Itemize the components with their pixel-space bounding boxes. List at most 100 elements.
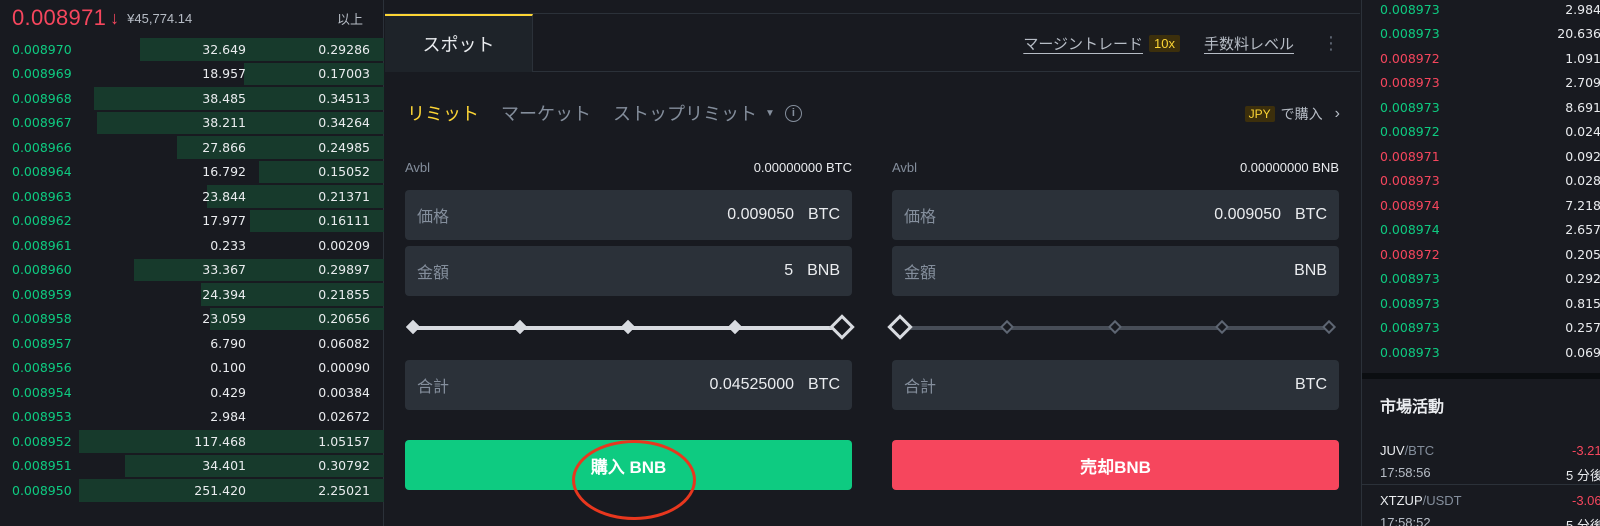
down-arrow-icon: ↓	[110, 7, 120, 28]
order-book-row[interactable]: 0.008969 18.957 0.17003	[0, 62, 384, 87]
buy-percent-slider[interactable]	[405, 302, 855, 352]
order-book-row[interactable]: 0.008961 0.233 0.00209	[0, 233, 384, 258]
order-total: 0.17003	[318, 66, 370, 82]
total-value[interactable]: 0.04525000	[709, 376, 794, 394]
trade-price: 0.008973	[1380, 1, 1440, 17]
order-amount: 34.401	[202, 458, 246, 474]
sell-form: Avbl 0.00000000 BNB 価格 0.009050 BTC 金額 B…	[887, 150, 1339, 490]
info-icon[interactable]: i	[784, 104, 802, 122]
order-book-row[interactable]: 0.008960 33.367 0.29897	[0, 258, 384, 283]
trade-price: 0.008973	[1380, 344, 1440, 360]
buy-price-field[interactable]: 価格 0.009050 BTC	[405, 190, 852, 240]
trade-amount: 0.815	[1565, 295, 1600, 311]
order-amount: 23.844	[202, 188, 246, 204]
order-book-row[interactable]: 0.008966 27.866 0.24985	[0, 135, 384, 160]
price-unit: BTC	[808, 206, 840, 223]
order-type-limit[interactable]: リミット	[407, 100, 479, 126]
market-activity-item[interactable]: JUV/BTC 17:58:56 -3.21 5 分後	[1362, 435, 1600, 485]
order-total: 0.29897	[318, 262, 370, 278]
order-book-row[interactable]: 0.008957 6.790 0.06082	[0, 331, 384, 356]
order-price: 0.008951	[12, 458, 72, 474]
order-book-row[interactable]: 0.008964 16.792 0.15052	[0, 160, 384, 185]
order-amount: 33.367	[202, 262, 246, 278]
amount-value[interactable]: 5	[784, 262, 793, 280]
slider-step-50[interactable]	[620, 319, 635, 335]
order-book-row[interactable]: 0.008953 2.984 0.02672	[0, 405, 384, 430]
order-amount: 18.957	[202, 66, 246, 82]
amount-unit: BNB	[1294, 262, 1327, 279]
more-options-icon[interactable]: ⋮	[1322, 33, 1340, 54]
slider-step-25[interactable]	[1000, 319, 1015, 335]
order-book-row[interactable]: 0.008967 38.211 0.34264	[0, 111, 384, 136]
order-type-market[interactable]: マーケット	[501, 100, 591, 126]
buy-amount-field[interactable]: 金額 5 BNB	[405, 246, 852, 296]
order-amount: 251.420	[194, 482, 246, 498]
order-book-row[interactable]: 0.008962 17.977 0.16111	[0, 209, 384, 234]
trade-row: 0.008973 20.636	[1362, 22, 1600, 47]
price-value[interactable]: 0.009050	[1214, 206, 1281, 224]
slider-step-75[interactable]	[727, 319, 742, 335]
trade-price: 0.008973	[1380, 99, 1440, 115]
tab-spot[interactable]: スポット	[385, 14, 533, 72]
order-type-stop-limit[interactable]: ストップリミット	[613, 100, 757, 126]
slider-thumb[interactable]	[887, 314, 913, 340]
trade-row: 0.008974 2.657	[1362, 218, 1600, 243]
sell-button[interactable]: 売却BNB	[892, 440, 1339, 490]
order-book-row[interactable]: 0.008970 32.649 0.29286	[0, 37, 384, 62]
order-book-header: 0.008971 ↓ ¥45,774.14 以上	[0, 0, 383, 36]
order-book-row[interactable]: 0.008951 34.401 0.30792	[0, 454, 384, 479]
chevron-right-icon: ›	[1334, 105, 1340, 122]
order-total: 0.20656	[318, 311, 370, 327]
slider-step-0[interactable]	[405, 319, 421, 335]
total-unit: BTC	[1295, 376, 1327, 393]
market-activity-item[interactable]: XTZUP/USDT 17:58:52 -3.06 5 分後	[1362, 485, 1600, 526]
order-book-row[interactable]: 0.008954 0.429 0.00384	[0, 380, 384, 405]
trade-amount: 0.069	[1565, 344, 1600, 360]
fee-level-link[interactable]: 手数料レベル	[1204, 33, 1294, 54]
sell-percent-slider[interactable]	[887, 302, 1339, 352]
sell-amount-field[interactable]: 金額 BNB	[892, 246, 1339, 296]
slider-step-50[interactable]	[1107, 319, 1122, 335]
slider-step-25[interactable]	[513, 319, 528, 335]
order-book-row[interactable]: 0.008968 38.485 0.34513	[0, 86, 384, 111]
activity-change: -3.06	[1572, 493, 1600, 508]
total-label: 合計	[417, 379, 450, 396]
buy-available: Avbl 0.00000000 BTC	[405, 150, 852, 184]
buy-with-jpy-link[interactable]: JPY で購入 ›	[1244, 104, 1340, 124]
trade-row: 0.008971 0.092	[1362, 144, 1600, 169]
more-link[interactable]: 以上	[337, 9, 363, 28]
last-price: 0.008971	[12, 5, 107, 30]
slider-step-75[interactable]	[1214, 319, 1229, 335]
price-value[interactable]: 0.009050	[727, 206, 794, 224]
order-book-row[interactable]: 0.008956 0.100 0.00090	[0, 356, 384, 381]
trade-amount: 0.292	[1565, 271, 1600, 287]
price-label: 価格	[417, 209, 450, 226]
caret-down-icon[interactable]: ▼	[765, 108, 775, 119]
order-total: 0.02672	[318, 409, 370, 425]
sell-total-field[interactable]: 合計 BTC	[892, 360, 1339, 410]
trade-amount: 7.218	[1565, 197, 1600, 213]
order-amount: 2.984	[210, 409, 246, 425]
order-price: 0.008958	[12, 311, 72, 327]
buy-total-field[interactable]: 合計 0.04525000 BTC	[405, 360, 852, 410]
order-book-row[interactable]: 0.008950 251.420 2.25021	[0, 478, 384, 503]
order-price: 0.008956	[12, 360, 72, 376]
order-price: 0.008957	[12, 335, 72, 351]
slider-step-100[interactable]	[1321, 319, 1337, 335]
trade-price: 0.008973	[1380, 75, 1440, 91]
margin-trade-link[interactable]: マージントレード	[1023, 33, 1143, 54]
activity-when: 5 分後	[1566, 518, 1600, 526]
order-total: 1.05157	[318, 433, 370, 449]
slider-thumb[interactable]	[829, 314, 855, 340]
trade-row: 0.008972 0.024	[1362, 120, 1600, 145]
sell-price-field[interactable]: 価格 0.009050 BTC	[892, 190, 1339, 240]
buy-button[interactable]: 購入 BNB	[405, 440, 852, 490]
order-book-row[interactable]: 0.008952 117.468 1.05157	[0, 429, 384, 454]
order-book-row[interactable]: 0.008963 23.844 0.21371	[0, 184, 384, 209]
trade-amount: 0.257	[1565, 320, 1600, 336]
order-amount: 38.211	[202, 115, 246, 131]
order-book-row[interactable]: 0.008959 24.394 0.21855	[0, 282, 384, 307]
order-total: 0.21855	[318, 286, 370, 302]
avbl-label: Avbl	[892, 159, 918, 175]
order-book-row[interactable]: 0.008958 23.059 0.20656	[0, 307, 384, 332]
